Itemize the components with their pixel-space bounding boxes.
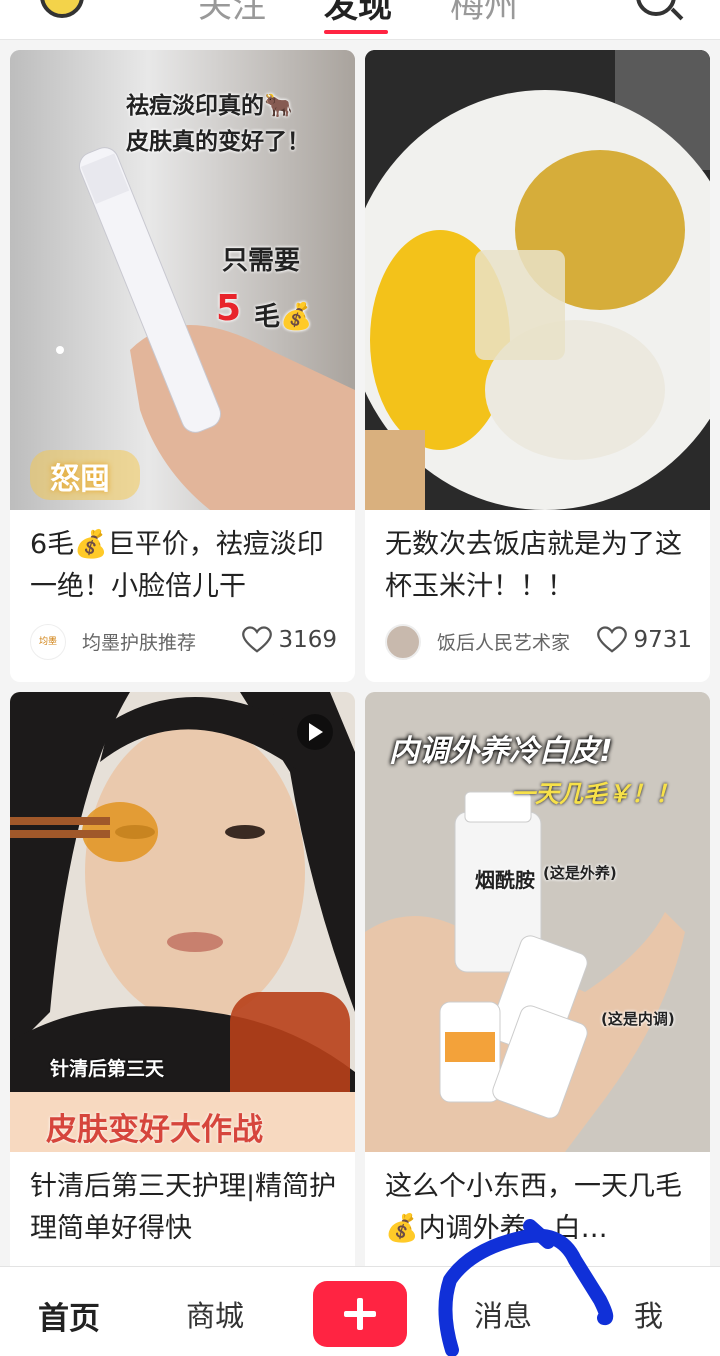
overlay-text: (这是外养)	[543, 864, 617, 882]
overlay-text: 内调外养冷白皮!	[389, 734, 613, 769]
nav-me[interactable]: 我	[634, 1293, 663, 1335]
heart-icon[interactable]	[597, 626, 628, 654]
overlay-text: 针清后第三天	[50, 1058, 165, 1080]
overlay-text: 皮肤变好大作战	[46, 1112, 263, 1148]
card-meta: 饭后人民艺术家 9731	[385, 622, 692, 662]
card-cover-image[interactable]: 祛痘淡印真的🐂 皮肤真的变好了！ 只需要 5 毛💰 怒囤	[10, 50, 355, 510]
tab-discover[interactable]: 发现	[324, 0, 392, 27]
face-photo	[10, 692, 355, 1152]
feed-card[interactable]: 针清后第三天 皮肤变好大作战 针清后第三天护理|精简护理简单好得快	[10, 692, 355, 1292]
card-title: 无数次去饭店就是为了这杯玉米汁！！！	[385, 529, 682, 602]
card-meta: 均墨 均墨护肤推荐 3169	[30, 622, 337, 662]
nav-mall[interactable]: 商城	[186, 1293, 244, 1335]
search-icon[interactable]	[636, 0, 676, 16]
card-cover-image[interactable]: 内调外养冷白皮! 一天几毛￥！！ 烟酰胺 (这是外养) (这是内调)	[365, 692, 710, 1152]
card-cover-image[interactable]: 针清后第三天 皮肤变好大作战	[10, 692, 355, 1152]
card-title: 这么个小东西，一天几毛💰内调外养，白…	[385, 1171, 682, 1244]
author-avatar[interactable]	[385, 624, 421, 660]
menu-avatar-icon[interactable]	[40, 0, 84, 18]
like-count-value: 3169	[278, 627, 337, 653]
card-title: 6毛💰巨平价，祛痘淡印一绝！小脸倍儿干	[30, 529, 324, 602]
corn-plate-photo	[365, 50, 710, 510]
tab-follow[interactable]: 关注	[198, 0, 266, 27]
overlay-text: 一天几毛￥！！	[511, 780, 679, 808]
feed-card[interactable]: 无数次去饭店就是为了这杯玉米汁！！！ 饭后人民艺术家 9731	[365, 50, 710, 682]
card-cover-image[interactable]	[365, 50, 710, 510]
overlay-text: 皮肤真的变好了！	[126, 129, 310, 155]
like-count-value: 9731	[633, 627, 692, 653]
overlay-text: 毛💰	[254, 302, 313, 332]
top-nav-bar: 关注 发现 梅州	[0, 0, 720, 40]
create-post-button[interactable]	[313, 1281, 407, 1347]
overlay-text: 烟酰胺	[475, 868, 535, 892]
active-tab-indicator	[324, 30, 388, 34]
nav-messages[interactable]: 消息	[474, 1293, 532, 1335]
overlay-text: 怒囤	[50, 462, 110, 497]
bottom-nav-bar: 首页 商城 消息 我	[0, 1266, 720, 1356]
feed-card[interactable]: 内调外养冷白皮! 一天几毛￥！！ 烟酰胺 (这是外养) (这是内调) 这么个小东…	[365, 692, 710, 1292]
author-avatar[interactable]: 均墨	[30, 624, 66, 660]
nav-home[interactable]: 首页	[38, 1293, 100, 1338]
author-name[interactable]: 饭后人民艺术家	[437, 628, 570, 655]
overlay-text: 只需要	[222, 246, 301, 276]
heart-icon[interactable]	[242, 626, 273, 654]
like-count[interactable]: 3169	[242, 626, 337, 654]
overlay-text: 祛痘淡印真的🐂	[126, 93, 293, 119]
overlay-text: (这是内调)	[601, 1010, 675, 1028]
card-title: 针清后第三天护理|精简护理简单好得快	[30, 1171, 337, 1244]
tab-local[interactable]: 梅州	[450, 0, 518, 27]
feed-card[interactable]: 祛痘淡印真的🐂 皮肤真的变好了！ 只需要 5 毛💰 怒囤 6毛💰巨平价，祛痘淡印…	[10, 50, 355, 682]
author-name[interactable]: 均墨护肤推荐	[82, 628, 196, 655]
overlay-text: 5	[216, 288, 242, 329]
like-count[interactable]: 9731	[597, 626, 692, 654]
